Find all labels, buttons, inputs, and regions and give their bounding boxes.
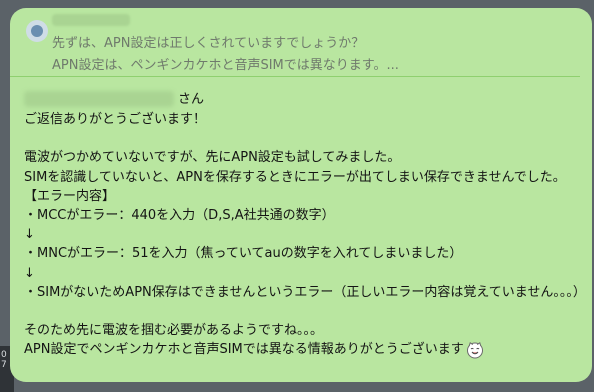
mention-suffix: さん [178,92,205,107]
message-line: ↓ [24,227,35,243]
blurred-mention-name [24,91,174,107]
message-line: ・SIMがないためAPN保存はできませんというエラー（正しいエラー内容は覚えてい… [24,284,586,300]
smiling-cat-emoji-icon [466,341,484,359]
message-last-line: APN設定でペンギンカケホと音声SIMでは異なる情報ありがとうございます [24,340,584,359]
message-line [24,129,584,148]
quoted-line-1: 先ずは、APN設定は正しくされていますでしょうか？ [52,36,365,51]
blurred-sender-name [52,14,130,26]
message-body: ご返信ありがとうございます！ 電波がつかめていないですが、先にAPN設定も試して… [24,110,586,359]
message-line: SIMを認識していないと、APNを保存するときにエラーが出てしまい保存できません… [24,169,566,185]
message-line: ・MCCがエラー：440を入力（D,S,A社共通の数字） [24,207,335,223]
message-line: 電波がつかめていないですが、先にAPN設定も試してみました。 [24,150,401,166]
message-line: 【エラー内容】 [24,188,116,204]
message-line: そのため先に電波を掴む必要があるようですね。。。 [24,323,324,339]
message-line: ・MNCがエラー：51を入力（焦っていてauの数字を入れてしまいました） [24,246,463,262]
quoted-line-2: APN設定は、ペンギンカケホと音声SIMでは異なります。... [52,58,399,73]
avatar [26,20,48,42]
message-line-text: APN設定でペンギンカケホと音声SIMでは異なる情報ありがとうございます [24,342,464,358]
message-line [24,302,584,321]
message-line: ↓ [24,265,35,281]
message-line: ご返信ありがとうございます！ [24,112,207,127]
